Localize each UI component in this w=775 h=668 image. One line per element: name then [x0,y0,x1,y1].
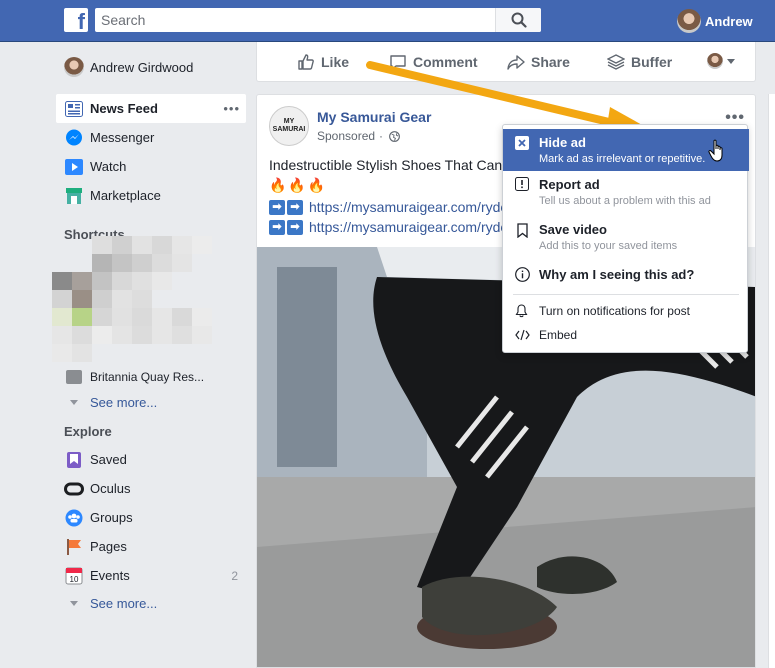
hide-icon [515,136,529,153]
chevron-down-icon [70,399,78,405]
bell-icon [515,304,528,321]
report-ad-menu-item[interactable]: Report ad Tell us about a problem with t… [503,173,749,213]
see-more-shortcuts-link[interactable]: See more... [56,389,246,415]
top-navigation-bar: f Andrew [0,0,775,42]
ad-link[interactable]: https://mysamuraigear.com/ryde [309,219,508,235]
turn-on-notifications-menu-item[interactable]: Turn on notifications for post [503,301,749,323]
save-video-menu-item[interactable]: Save video Add this to your saved items [503,217,749,257]
sidebar-item-saved[interactable]: Saved [56,445,246,474]
sidebar-item-watch[interactable]: Watch [56,152,246,181]
ad-options-menu: Hide ad Mark ad as irrelevant or repetit… [502,124,749,353]
explore-heading: Explore [64,424,112,439]
chevron-down-icon [727,58,735,64]
search-button[interactable] [495,8,541,32]
hide-ad-menu-item[interactable]: Hide ad Mark ad as irrelevant or repetit… [503,129,749,171]
embed-menu-item[interactable]: Embed [503,325,749,347]
avatar [677,9,701,33]
sidebar-item-shortcut[interactable]: Britannia Quay Res... [56,365,246,389]
more-options-icon[interactable]: ••• [223,101,240,116]
profile-link[interactable]: Andrew [677,9,753,33]
search-icon [511,12,527,28]
right-column-card [768,94,775,668]
arrow-right-icon: ➡ [287,199,303,215]
group-icon [64,367,84,387]
sidebar-item-messenger[interactable]: Messenger [56,123,246,152]
see-more-explore-link[interactable]: See more... [56,590,246,616]
search-bar [95,8,541,32]
news-feed-icon [64,99,84,119]
pages-icon [64,537,84,557]
ad-link[interactable]: https://mysamuraigear.com/ryde [309,199,508,215]
sidebar-item-groups[interactable]: Groups [56,503,246,532]
thumbs-up-icon [298,54,314,70]
messenger-icon [64,128,84,148]
profile-name: Andrew Girdwood [90,59,194,75]
marketplace-icon [64,186,84,206]
why-seeing-ad-menu-item[interactable]: Why am I seeing this ad? [503,261,749,289]
arrow-right-icon: ➡ [287,219,303,235]
sidebar-item-oculus[interactable]: Oculus [56,474,246,503]
blurred-shortcuts [52,236,212,366]
events-count-badge: 2 [231,568,238,583]
sidebar-item-events[interactable]: 10 Events 2 [56,561,246,590]
saved-icon [64,450,84,470]
arrow-right-icon: ➡ [269,219,285,235]
fire-emojis: 🔥🔥🔥 [269,177,328,193]
events-icon: 10 [64,566,84,586]
oculus-icon [64,479,84,499]
watch-icon [64,157,84,177]
sidebar-item-pages[interactable]: Pages [56,532,246,561]
sidebar-profile[interactable]: Andrew Girdwood [56,52,246,82]
page-avatar[interactable]: MY SAMURAI [269,106,309,146]
sidebar-item-news-feed[interactable]: News Feed ••• [56,94,246,123]
post-link-line: ➡ ➡ https://mysamuraigear.com/ryde [269,219,508,235]
bookmark-icon [517,223,528,241]
post-text: Indestructible Stylish Shoes That Can [269,157,503,173]
avatar [64,57,84,77]
post-link-line: ➡ ➡ https://mysamuraigear.com/ryde [269,199,508,215]
report-icon [515,177,529,194]
sidebar-item-marketplace[interactable]: Marketplace [56,181,246,210]
arrow-right-icon: ➡ [269,199,285,215]
hand-cursor-icon [708,139,723,162]
code-icon [515,329,530,344]
user-first-name: Andrew [705,13,753,29]
search-input[interactable] [95,8,495,32]
chevron-down-icon [70,600,78,606]
calendar-day-number: 10 [70,575,79,584]
groups-icon [64,508,84,528]
menu-divider [513,294,739,295]
info-icon [515,267,530,285]
facebook-logo[interactable]: f [64,8,88,34]
like-button[interactable]: Like [297,53,349,71]
